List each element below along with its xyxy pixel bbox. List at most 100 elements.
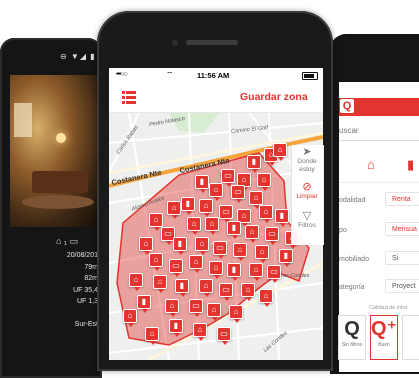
property-marker[interactable]: ▭ [219,205,233,223]
property-marker[interactable]: ▮ [173,237,187,255]
quality-option[interactable]: Q⁺ Buen [370,315,398,360]
clear-icon: ⊘ [302,181,312,193]
limpiar-label: Limpiar [296,193,318,200]
filter-label: po [339,227,347,234]
info-row: 79m [84,263,98,271]
property-marker[interactable]: ▭ [169,259,183,277]
signal-icon: •••○○ [116,71,128,78]
property-marker[interactable]: ⌂ [165,299,179,317]
property-marker[interactable]: ▮ [181,197,195,215]
limpiar-button[interactable]: ⊘ Limpiar [291,181,323,201]
quality-icon: Q [344,318,360,340]
quality-option[interactable] [402,315,419,360]
filter-icon: ▽ [302,210,312,222]
property-marker[interactable]: ▭ [219,283,233,301]
property-marker[interactable]: ⌂ [245,225,259,243]
save-zone-button[interactable]: Guardar zona [240,91,308,103]
property-marker[interactable]: ⌂ [241,283,255,301]
speaker-grill [186,40,238,45]
info-row: UF 1,3 [76,298,98,305]
battery-icon [302,72,318,80]
property-marker[interactable]: ▮ [247,155,261,173]
property-marker[interactable]: ▮ [275,209,289,227]
property-marker[interactable]: ⌂ [129,273,143,291]
property-marker[interactable]: ▮ [279,249,293,267]
property-type-tabs: ⌂ ▮ [339,146,419,183]
search-input[interactable]: uscar [339,122,419,141]
menu-icon[interactable] [122,90,136,104]
filter-value[interactable]: Mensua [385,222,419,236]
property-marker[interactable]: ▭ [217,327,231,345]
quality-label: Sin filtros [341,342,363,348]
filter-label: mobiliado [339,256,369,263]
property-marker[interactable]: ⌂ [195,237,209,255]
property-marker[interactable]: ⌂ [249,191,263,209]
property-marker[interactable]: ⌂ [259,289,273,307]
property-marker[interactable]: ▮ [169,319,183,337]
property-marker[interactable]: ⌂ [149,213,163,231]
property-marker[interactable]: ⌂ [153,275,167,293]
property-info-list: 20/08/201 79m 82m UF 35,4 UF 1,3 Sur-Est [10,250,102,331]
quality-option[interactable]: Q Sin filtros [338,315,366,360]
filtros-label: Filtros [298,222,316,229]
filter-label: odalidad [339,197,366,204]
property-marker[interactable]: ▭ [213,241,227,259]
quality-label: Buen [378,342,390,348]
property-marker[interactable]: ⌂ [209,183,223,201]
property-marker[interactable]: ⌂ [257,173,271,191]
property-marker[interactable]: ⌂ [209,261,223,279]
property-marker[interactable]: ▮ [227,263,241,281]
property-marker[interactable]: ⌂ [149,253,163,271]
property-marker[interactable]: ⌂ [199,199,213,217]
property-marker[interactable]: ⌂ [193,323,207,341]
info-row: Sur-Est [74,321,98,328]
filtros-button[interactable]: ▽ Filtros [291,210,323,230]
status-time: 11:56 AM [197,71,230,80]
property-marker[interactable]: ⌂ [167,201,181,219]
front-camera [172,40,178,46]
property-marker[interactable]: ⌂ [123,309,137,327]
property-feature-icons: ⌂ ₁ ▭ [56,236,78,246]
property-marker[interactable]: ⌂ [255,245,269,263]
property-marker[interactable]: ▮ [227,221,241,239]
property-marker[interactable]: ▮ [137,295,151,313]
navigation-icon: ➤ [302,146,312,158]
property-marker[interactable]: ▮ [195,175,209,193]
property-marker[interactable]: ⌂ [273,143,287,161]
property-marker[interactable]: ⌂ [259,205,273,223]
property-marker[interactable]: ▮ [175,279,189,297]
property-marker[interactable]: ▭ [221,169,235,187]
property-marker[interactable]: ⌂ [199,279,213,297]
left-phone-status-icons: ⊖ ▼◢ ▮ [60,52,96,61]
filter-value[interactable]: Si [385,251,419,265]
house-icon[interactable]: ⌂ [367,158,381,172]
property-marker[interactable]: ▭ [231,185,245,203]
property-marker[interactable]: ▭ [265,227,279,245]
property-marker[interactable]: ⌂ [189,255,203,273]
property-marker[interactable]: ▭ [267,265,281,283]
property-marker[interactable]: ⌂ [145,327,159,345]
filter-value[interactable]: Renta [385,192,419,206]
filter-value[interactable]: Proyect [385,279,419,293]
donde-estoy-label: Donde estoy [297,158,317,173]
filter-label: ategoría [339,284,365,291]
property-marker[interactable]: ▭ [189,299,203,317]
quality-title: Calidad de infor [369,305,408,311]
property-marker[interactable]: ⌂ [205,217,219,235]
info-row [10,308,102,320]
info-row: 82m [84,275,98,282]
property-photo [10,75,102,227]
property-marker[interactable]: ⌂ [229,305,243,323]
donde-estoy-button[interactable]: ➤ Donde estoy [291,146,323,173]
property-marker[interactable]: ⌂ [187,217,201,235]
property-marker[interactable]: ⌂ [139,237,153,255]
filter-form: odalidad Renta po Mensua mobiliado Si at… [339,192,419,312]
property-marker[interactable]: ⌂ [249,263,263,281]
building-icon[interactable]: ▮ [407,158,419,172]
property-marker[interactable]: ⌂ [207,303,221,321]
wifi-icon: ⌔ [166,70,174,79]
quality-icon: Q⁺ [371,318,398,340]
property-marker[interactable]: ⌂ [233,243,247,261]
info-row: 20/08/201 [66,252,98,259]
info-row: UF 35,4 [73,286,98,294]
